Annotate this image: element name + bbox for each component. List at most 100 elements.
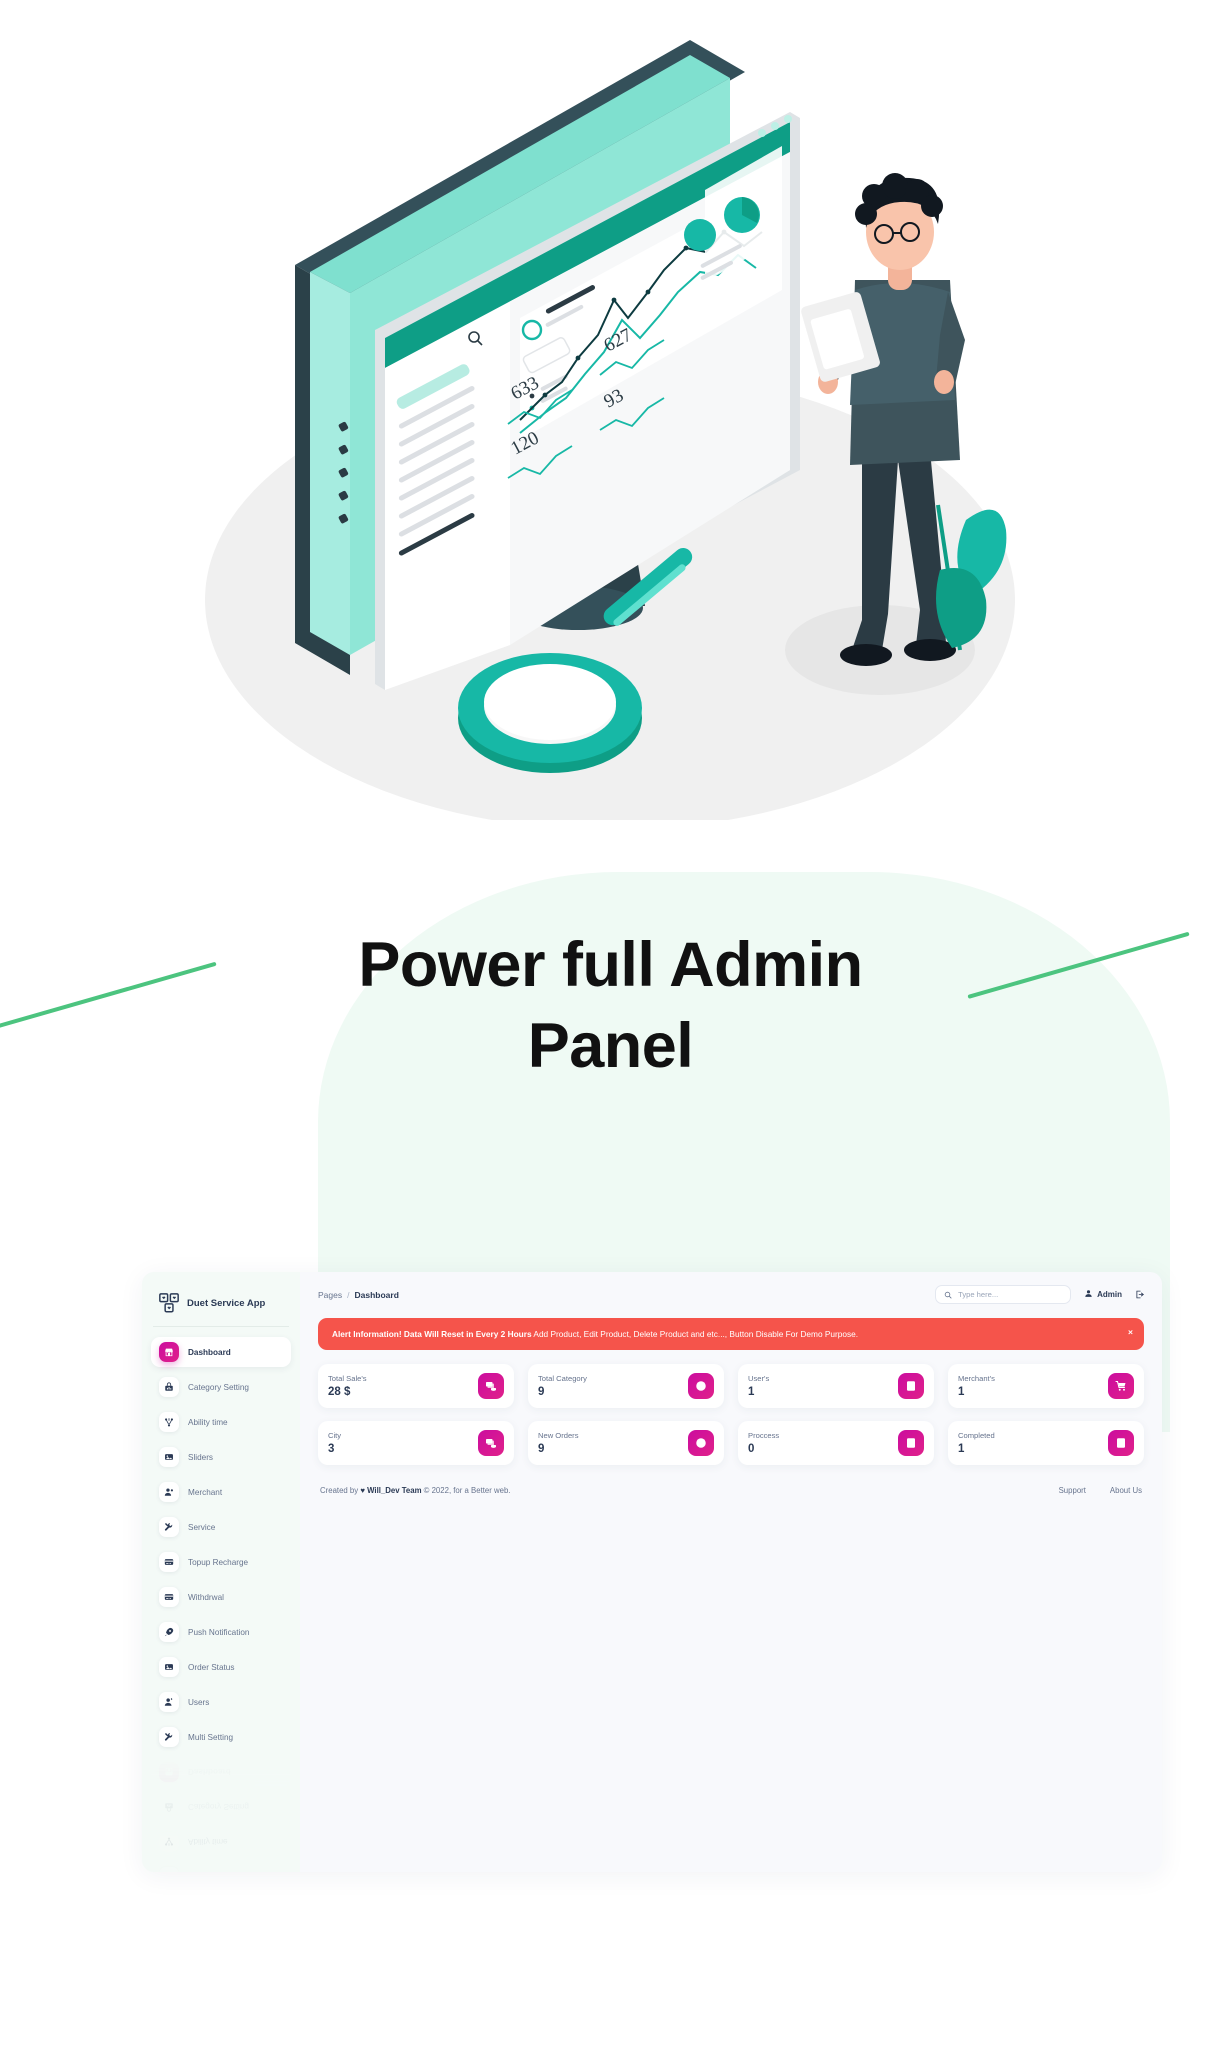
- search-icon: [944, 1286, 952, 1304]
- alert-close-button[interactable]: ×: [1128, 1328, 1133, 1337]
- sidebar-nav: Dashboard Category Setting Ability time Sli…: [151, 1337, 291, 1752]
- page-title-line-1: Power full Admin: [358, 930, 863, 1000]
- stat-label: City: [328, 1431, 342, 1441]
- sidebar-item-users[interactable]: Users: [151, 1687, 291, 1717]
- stat-label: New Orders: [538, 1431, 579, 1441]
- user-plus-icon: [159, 1482, 179, 1502]
- stat-card-city[interactable]: City 3: [318, 1421, 514, 1466]
- stat-text: Total Category 9: [538, 1374, 587, 1398]
- stat-card-new-orders[interactable]: New Orders 9: [528, 1421, 724, 1466]
- sidebar-item-label: Withdrwal: [188, 1592, 224, 1602]
- id-card-icon: [898, 1373, 924, 1400]
- share-nodes-icon: [159, 1412, 179, 1432]
- sidebar-item-merchant[interactable]: Merchant: [151, 1477, 291, 1507]
- sidebar-item-service[interactable]: Service: [151, 1512, 291, 1542]
- search-box[interactable]: [935, 1285, 1072, 1304]
- sidebar-item-push-notification[interactable]: Push Notification: [151, 1617, 291, 1647]
- globe-icon: [688, 1373, 714, 1400]
- sidebar-item-ability-time[interactable]: Ability time: [151, 1407, 291, 1437]
- stat-card-completed[interactable]: Completed 1: [948, 1421, 1144, 1466]
- admin-account-button[interactable]: Admin: [1084, 1289, 1122, 1300]
- id-card-icon: [898, 1430, 924, 1457]
- sidebar-item-sliders[interactable]: Sliders: [151, 1442, 291, 1472]
- sidebar-item-label: Sliders: [188, 1452, 214, 1462]
- sidebar-item-multi-setting[interactable]: Multi Setting: [151, 1722, 291, 1752]
- admin-label: Admin: [1097, 1290, 1122, 1299]
- breadcrumb-root[interactable]: Pages: [318, 1290, 342, 1300]
- image-icon: [159, 1657, 179, 1677]
- money-stack-icon: [478, 1373, 504, 1400]
- hero-illustration: 627 633 93 120: [0, 0, 1221, 820]
- stats-row-2: City 3 New Orders 9 Proccess 0 Completed 1: [318, 1421, 1144, 1466]
- stat-value: 1: [958, 1443, 965, 1456]
- sidebar: Duet Service App Dashboard Category Setti…: [142, 1272, 300, 1872]
- footer-credit: Created by ♥ Will_Dev Team © 2022, for a…: [320, 1486, 510, 1495]
- page-root: 627 633 93 120 Power full Admin Panel Du…: [0, 0, 1221, 2048]
- footer-credit-suffix: © 2022, for a Better web.: [421, 1486, 511, 1496]
- sidebar-item-label: Merchant: [188, 1487, 223, 1497]
- image-icon: [159, 1867, 179, 1872]
- stat-label: Merchant's: [958, 1374, 995, 1384]
- sidebar-item-label: Dashboard: [188, 1347, 231, 1357]
- tools-icon: [159, 1727, 179, 1747]
- sidebar-item-sliders: Sliders: [151, 1862, 291, 1872]
- sidebar-item-order-status[interactable]: Order Status: [151, 1652, 291, 1682]
- chart-lock-icon: [159, 1797, 179, 1817]
- sidebar-item-withdrwal[interactable]: Withdrwal: [151, 1582, 291, 1612]
- stat-value: 28 $: [328, 1386, 351, 1399]
- sidebar-item-label: Dashboard: [188, 1767, 231, 1777]
- stat-value: 9: [538, 1443, 545, 1456]
- sidebar-item-topup-recharge[interactable]: Topup Recharge: [151, 1547, 291, 1577]
- stat-text: Proccess 0: [748, 1431, 779, 1455]
- stat-text: New Orders 9: [538, 1431, 579, 1455]
- stat-card-user-s[interactable]: User's 1: [738, 1364, 934, 1409]
- store-icon: [159, 1342, 179, 1362]
- stat-value: 9: [538, 1386, 545, 1399]
- topbar-right: Admin: [935, 1285, 1144, 1304]
- breadcrumb: Pages / Dashboard: [318, 1290, 399, 1300]
- sidebar-item-label: Service: [188, 1522, 216, 1532]
- store-icon: [159, 1762, 179, 1782]
- stat-value: 1: [958, 1386, 965, 1399]
- sidebar-item-dashboard[interactable]: Dashboard: [151, 1337, 291, 1367]
- footer-link-about-us[interactable]: About Us: [1110, 1486, 1142, 1495]
- page-title-line-2: Panel: [527, 1010, 694, 1081]
- duet-grid-icon: [158, 1292, 180, 1314]
- stat-label: Total Category: [538, 1374, 587, 1384]
- sidebar-item-category-setting: Category Setting: [151, 1792, 291, 1822]
- sidebar-nav-reflection: Topup RechargeServiceMerchantSlidersAbil…: [151, 1757, 291, 1872]
- alert-title: Alert Information! Data Will Reset in Ev…: [332, 1329, 532, 1339]
- sidebar-item-label: Order Status: [188, 1662, 235, 1672]
- heart-icon: ♥: [360, 1486, 365, 1496]
- search-input[interactable]: [958, 1290, 1063, 1299]
- brand[interactable]: Duet Service App: [151, 1286, 291, 1326]
- stat-label: Completed: [958, 1431, 995, 1441]
- sign-out-button[interactable]: [1135, 1286, 1144, 1304]
- stat-label: User's: [748, 1374, 770, 1384]
- credit-card-icon: [159, 1552, 179, 1572]
- topbar: Pages / Dashboard Type here... Admin: [318, 1285, 1144, 1304]
- money-stack-icon: [478, 1430, 504, 1457]
- credit-card-icon: [159, 1587, 179, 1607]
- stat-text: Total Sale's 28 $: [328, 1374, 367, 1398]
- stat-text: City 3: [328, 1431, 341, 1455]
- admin-panel-screenshot: Duet Service App Dashboard Category Setti…: [142, 1272, 1162, 1872]
- stat-card-merchant-s[interactable]: Merchant's 1: [948, 1364, 1144, 1409]
- stat-value: 0: [748, 1443, 755, 1456]
- sidebar-item-label: Category Setting: [188, 1802, 249, 1812]
- user-icon: [159, 1692, 179, 1712]
- sidebar-item-label: Category Setting: [188, 1382, 249, 1392]
- breadcrumb-separator: /: [347, 1289, 350, 1300]
- footer-links: Support About Us: [1059, 1486, 1142, 1495]
- breadcrumb-current: Dashboard: [354, 1289, 399, 1300]
- footer-link-support[interactable]: Support: [1059, 1486, 1086, 1495]
- sidebar-item-category-setting[interactable]: Category Setting: [151, 1372, 291, 1402]
- stat-card-total-category[interactable]: Total Category 9: [528, 1364, 724, 1409]
- alert-body: Add Product, Edit Product, Delete Produc…: [531, 1329, 859, 1339]
- stat-card-total-sale-s[interactable]: Total Sale's 28 $: [318, 1364, 514, 1409]
- sidebar-item-label: Ability time: [188, 1837, 228, 1847]
- page-title: Power full Admin Panel: [0, 925, 1221, 1086]
- share-nodes-icon: [159, 1832, 179, 1852]
- stat-card-proccess[interactable]: Proccess 0: [738, 1421, 934, 1466]
- user-icon: [1084, 1289, 1093, 1300]
